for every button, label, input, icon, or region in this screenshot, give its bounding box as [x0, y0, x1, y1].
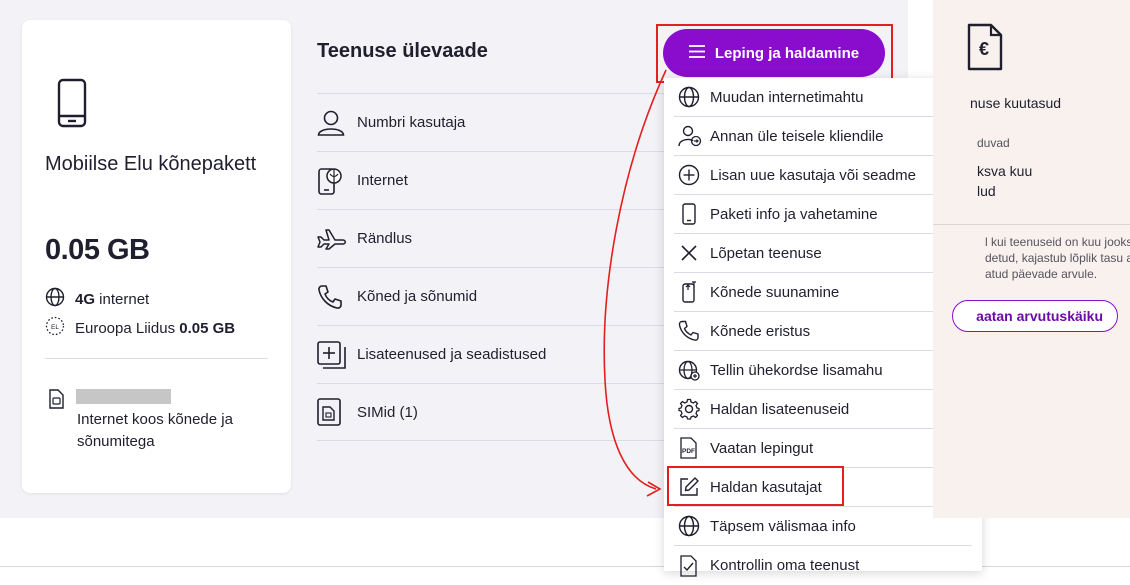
menu-item-label: Annan üle teisele kliendile	[710, 127, 884, 145]
svg-text:EL: EL	[51, 324, 59, 331]
gear-icon	[674, 398, 710, 420]
menu-item-call-forwarding[interactable]: Kõnede suunamine	[674, 273, 972, 312]
phone-icon	[674, 203, 710, 225]
sim-icon	[317, 398, 357, 426]
fees-note-2: detud, kajastub lõplik tasu ar	[985, 251, 1130, 265]
phone-call-icon	[674, 320, 710, 342]
eu-icon: EL	[45, 316, 75, 340]
menu-item-transfer[interactable]: Annan üle teisele kliendile	[674, 117, 972, 156]
menu-item-label: Kontrollin oma teenust	[710, 557, 860, 574]
service-item-addons[interactable]: Lisateenused ja seadistused	[317, 325, 672, 383]
menu-item-view-contract[interactable]: PDF Vaatan lepingut	[674, 429, 972, 468]
phone-icon	[57, 78, 87, 133]
service-item-label: Rändlus	[357, 230, 413, 247]
checklist-icon	[674, 554, 710, 577]
fees-note-1: l kui teenuseid on kuu jooksu	[985, 235, 1130, 249]
menu-item-label: Paketi info ja vahetamine	[710, 205, 878, 223]
plus-square-icon	[317, 340, 357, 369]
feature-4g: 4G internet	[45, 287, 149, 311]
package-data-amount: 0.05 GB	[45, 234, 150, 266]
user-transfer-icon	[674, 125, 710, 147]
fees-next-month: ksva kuu	[977, 163, 1033, 179]
menu-item-abroad-info[interactable]: Täpsem välismaa info	[674, 507, 972, 546]
euro-document-icon: €	[966, 22, 1004, 77]
menu-item-call-details[interactable]: Kõnede eristus	[674, 312, 972, 351]
plane-icon	[317, 228, 357, 250]
menu-item-label: Vaatan lepingut	[710, 439, 814, 457]
sim-icon	[48, 389, 64, 414]
menu-item-manage-addons[interactable]: Haldan lisateenuseid	[674, 390, 972, 429]
menu-item-label: Lõpetan teenuse	[710, 244, 822, 262]
highlight-manage-user	[667, 466, 844, 506]
plus-circle-icon	[674, 164, 710, 186]
user-icon	[317, 110, 357, 136]
service-item-label: Internet	[357, 172, 408, 189]
menu-item-terminate[interactable]: Lõpetan teenuse	[674, 234, 972, 273]
globe-plus-icon	[674, 359, 710, 381]
menu-item-label: Kõnede suunamine	[710, 283, 840, 301]
fees-divider	[933, 224, 1130, 225]
service-item-internet[interactable]: Internet	[317, 151, 672, 209]
menu-item-label: Tellin ühekordse lisamahu	[710, 361, 883, 379]
menu-item-check-service[interactable]: Kontrollin oma teenust	[674, 546, 972, 585]
package-name: Mobiilse Elu kõnepakett	[45, 153, 257, 175]
feature-4g-bold: 4G	[75, 290, 96, 308]
menu-item-label: Täpsem välismaa info	[710, 517, 856, 535]
menu-item-add-user[interactable]: Lisan uue kasutaja või seadme	[674, 156, 972, 195]
service-item-sims[interactable]: SIMid (1)	[317, 383, 672, 441]
phone-call-icon	[317, 284, 357, 310]
close-icon	[674, 242, 710, 264]
menu-item-label: Muudan internetimahtu	[710, 88, 864, 106]
menu-item-order-extra-data[interactable]: Tellin ühekordse lisamahu	[674, 351, 972, 390]
menu-item-change-data[interactable]: Muudan internetimahtu	[674, 78, 972, 117]
view-calculation-button[interactable]: aatan arvutuskäiku	[952, 300, 1118, 332]
fees-title: nuse kuutasud	[970, 95, 1062, 111]
package-card: Mobiilse Elu kõnepakett 0.05 GB 4G inter…	[22, 20, 291, 493]
sim-description: Internet koos kõnede ja sõnumitega	[77, 411, 233, 450]
service-item-label: SIMid (1)	[357, 403, 418, 421]
service-item-label: Numbri kasutaja	[357, 114, 466, 131]
menu-item-label: Kõnede eristus	[710, 322, 811, 340]
globe-icon	[674, 86, 710, 108]
pdf-icon: PDF	[674, 437, 710, 459]
globe-icon	[45, 287, 75, 311]
service-item-label: Lisateenused ja seadistused	[357, 346, 547, 363]
feature-eu: EL Euroopa Liidus 0.05 GB	[45, 316, 235, 340]
fees-label: duvad	[977, 136, 1010, 150]
highlight-manage-button	[656, 24, 893, 83]
phone-data-icon	[317, 167, 357, 195]
service-list: Numbri kasutaja Internet Rändlus Kõned j…	[317, 93, 672, 441]
view-calculation-label: aatan arvutuskäiku	[976, 308, 1103, 324]
menu-item-package-info[interactable]: Paketi info ja vahetamine	[674, 195, 972, 234]
globe-icon	[674, 515, 710, 537]
service-item-roaming[interactable]: Rändlus	[317, 209, 672, 267]
service-item-user[interactable]: Numbri kasutaja	[317, 93, 672, 151]
masked-phone-number	[76, 389, 171, 404]
feature-4g-text: internet	[95, 290, 150, 308]
service-item-label: Kõned ja sõnumid	[357, 288, 478, 305]
call-forward-icon	[674, 281, 710, 303]
svg-text:€: €	[979, 39, 989, 59]
menu-item-label: Lisan uue kasutaja või seadme	[710, 166, 916, 184]
fees-note-3: atud päevade arvule.	[985, 267, 1098, 281]
menu-item-label: Haldan lisateenuseid	[710, 400, 850, 418]
svg-text:PDF: PDF	[682, 448, 695, 455]
card-divider	[45, 358, 268, 359]
feature-eu-bold: 0.05 GB	[179, 319, 236, 337]
service-item-calls[interactable]: Kõned ja sõnumid	[317, 267, 672, 325]
feature-eu-text: Euroopa Liidus	[75, 319, 180, 337]
service-overview-title: Teenuse ülevaade	[317, 40, 488, 62]
fees-costs: lud	[977, 183, 996, 199]
